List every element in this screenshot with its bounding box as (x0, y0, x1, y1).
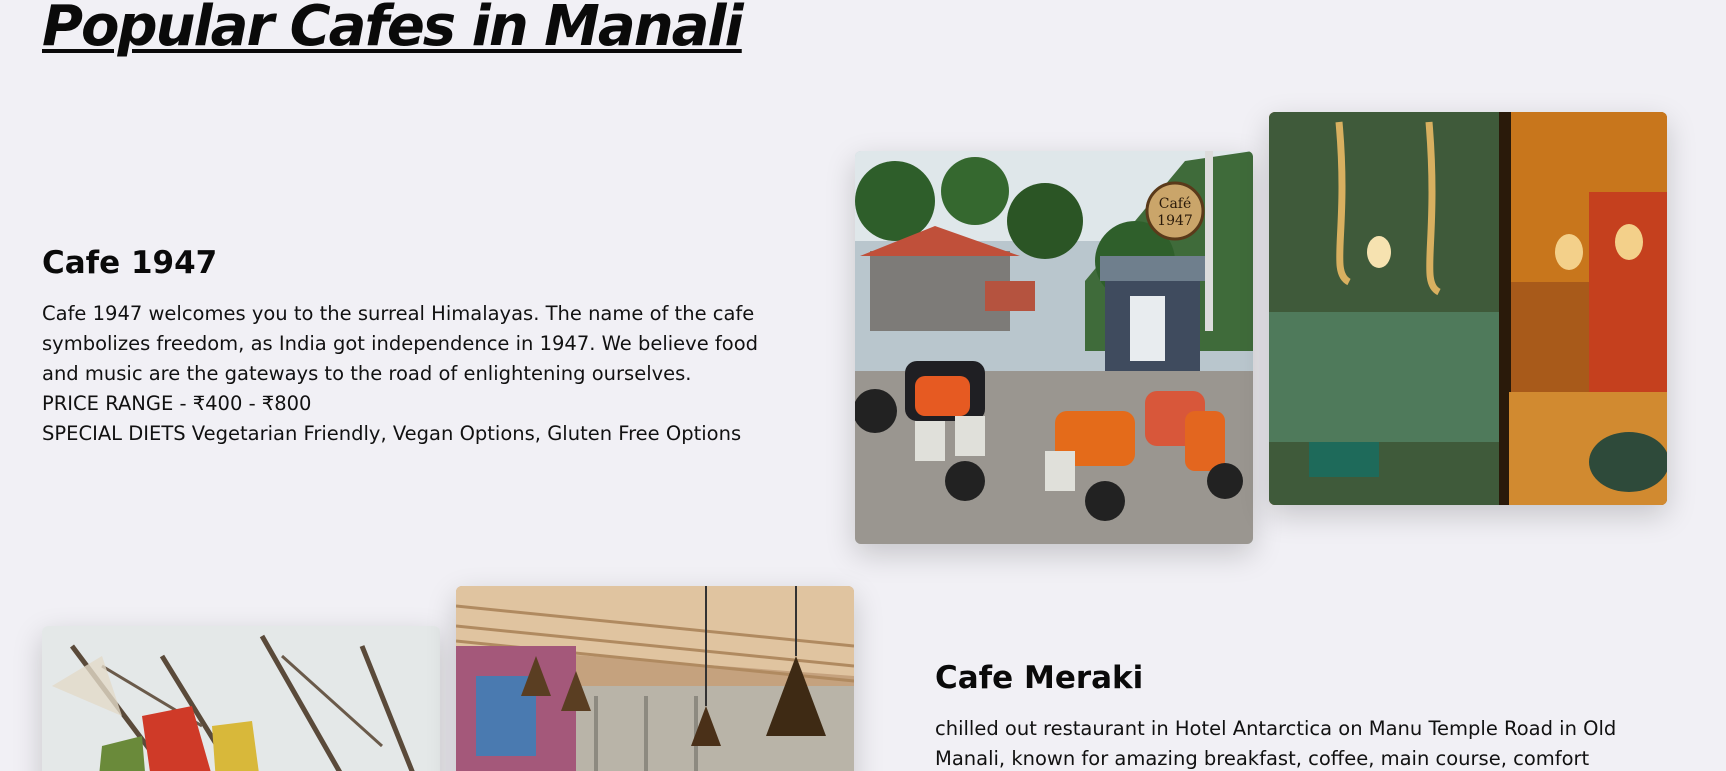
cafe-meraki-interior-photo (456, 586, 854, 771)
cafe-1947-title: Cafe 1947 (42, 245, 218, 281)
cafe-1947-exterior-photo: Café 1947 (855, 151, 1253, 544)
cafe-1947-price-range: PRICE RANGE - ₹400 - ₹800 (42, 392, 312, 415)
cafe-meraki-title: Cafe Meraki (935, 660, 1144, 696)
cafe-meraki-details: chilled out restaurant in Hotel Antarcti… (935, 714, 1635, 771)
page-title: Popular Cafes in Manali (42, 0, 744, 59)
cafe-1947-special-diets: SPECIAL DIETS Vegetarian Friendly, Vegan… (42, 422, 742, 445)
cafes-section: Popular Cafes in Manali Cafe 1947 Cafe 1… (0, 0, 1726, 771)
cafe-1947-interior-photo (1269, 112, 1667, 505)
cafe-1947-details: Cafe 1947 welcomes you to the surreal Hi… (42, 299, 762, 449)
cafe-meraki-description: chilled out restaurant in Hotel Antarcti… (935, 717, 1617, 770)
cafe-sign-line1: Café (1159, 196, 1192, 212)
cafe-1947-description: Cafe 1947 welcomes you to the surreal Hi… (42, 302, 759, 385)
cafe-meraki-exterior-photo (42, 626, 440, 771)
cafe-sign-line2: 1947 (1157, 213, 1193, 229)
